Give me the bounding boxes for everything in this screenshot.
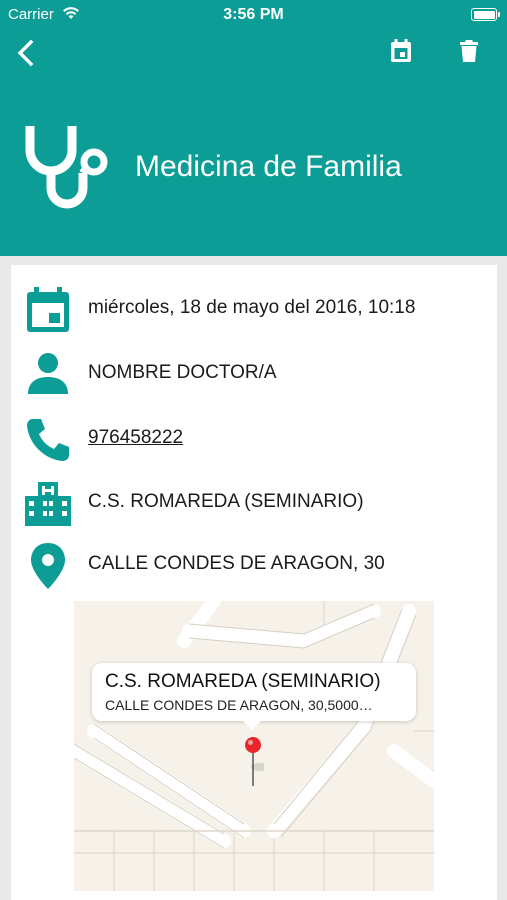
status-bar: Carrier 3:56 PM [0,0,507,30]
back-icon [17,39,34,67]
health-center-name: C.S. ROMAREDA (SEMINARIO) [88,491,364,512]
phone-row[interactable]: 976458222 [11,415,497,475]
page-title: Medicina de Familia [135,150,402,183]
delete-button[interactable] [454,36,484,66]
battery-icon [471,8,500,21]
add-to-calendar-button[interactable] [386,36,416,66]
appointment-details-card: miércoles, 18 de mayo del 2016, 10:18 NO… [11,265,497,900]
map-pin-icon[interactable] [242,736,264,788]
phone-icon [27,419,69,461]
address-text: CALLE CONDES DE ARAGON, 30 [88,553,385,574]
stethoscope-icon [25,126,108,209]
trash-icon [460,40,478,62]
back-button[interactable] [12,38,42,68]
location-map[interactable]: C.S. ROMAREDA (SEMINARIO) CALLE CONDES D… [74,601,434,891]
calendar-icon [27,287,69,332]
calendar-icon [391,39,411,62]
hospital-building-icon [25,482,71,526]
callout-subtitle: CALLE CONDES DE ARAGON, 30,5000… [105,697,373,713]
appointment-datetime: miércoles, 18 de mayo del 2016, 10:18 [88,297,416,318]
phone-link[interactable]: 976458222 [88,427,183,449]
callout-title: C.S. ROMAREDA (SEMINARIO) [105,671,381,692]
doctor-name: NOMBRE DOCTOR/A [88,362,277,383]
datetime-row: miércoles, 18 de mayo del 2016, 10:18 [11,285,497,345]
person-icon [28,353,68,394]
appointment-header: Medicina de Familia [0,30,507,256]
doctor-row: NOMBRE DOCTOR/A [11,350,497,410]
location-pin-icon [31,543,65,589]
map-callout[interactable]: C.S. ROMAREDA (SEMINARIO) CALLE CONDES D… [92,663,416,730]
clock: 3:56 PM [223,6,284,23]
health-center-row: C.S. ROMAREDA (SEMINARIO) [11,479,497,539]
address-row: CALLE CONDES DE ARAGON, 30 [11,541,497,601]
